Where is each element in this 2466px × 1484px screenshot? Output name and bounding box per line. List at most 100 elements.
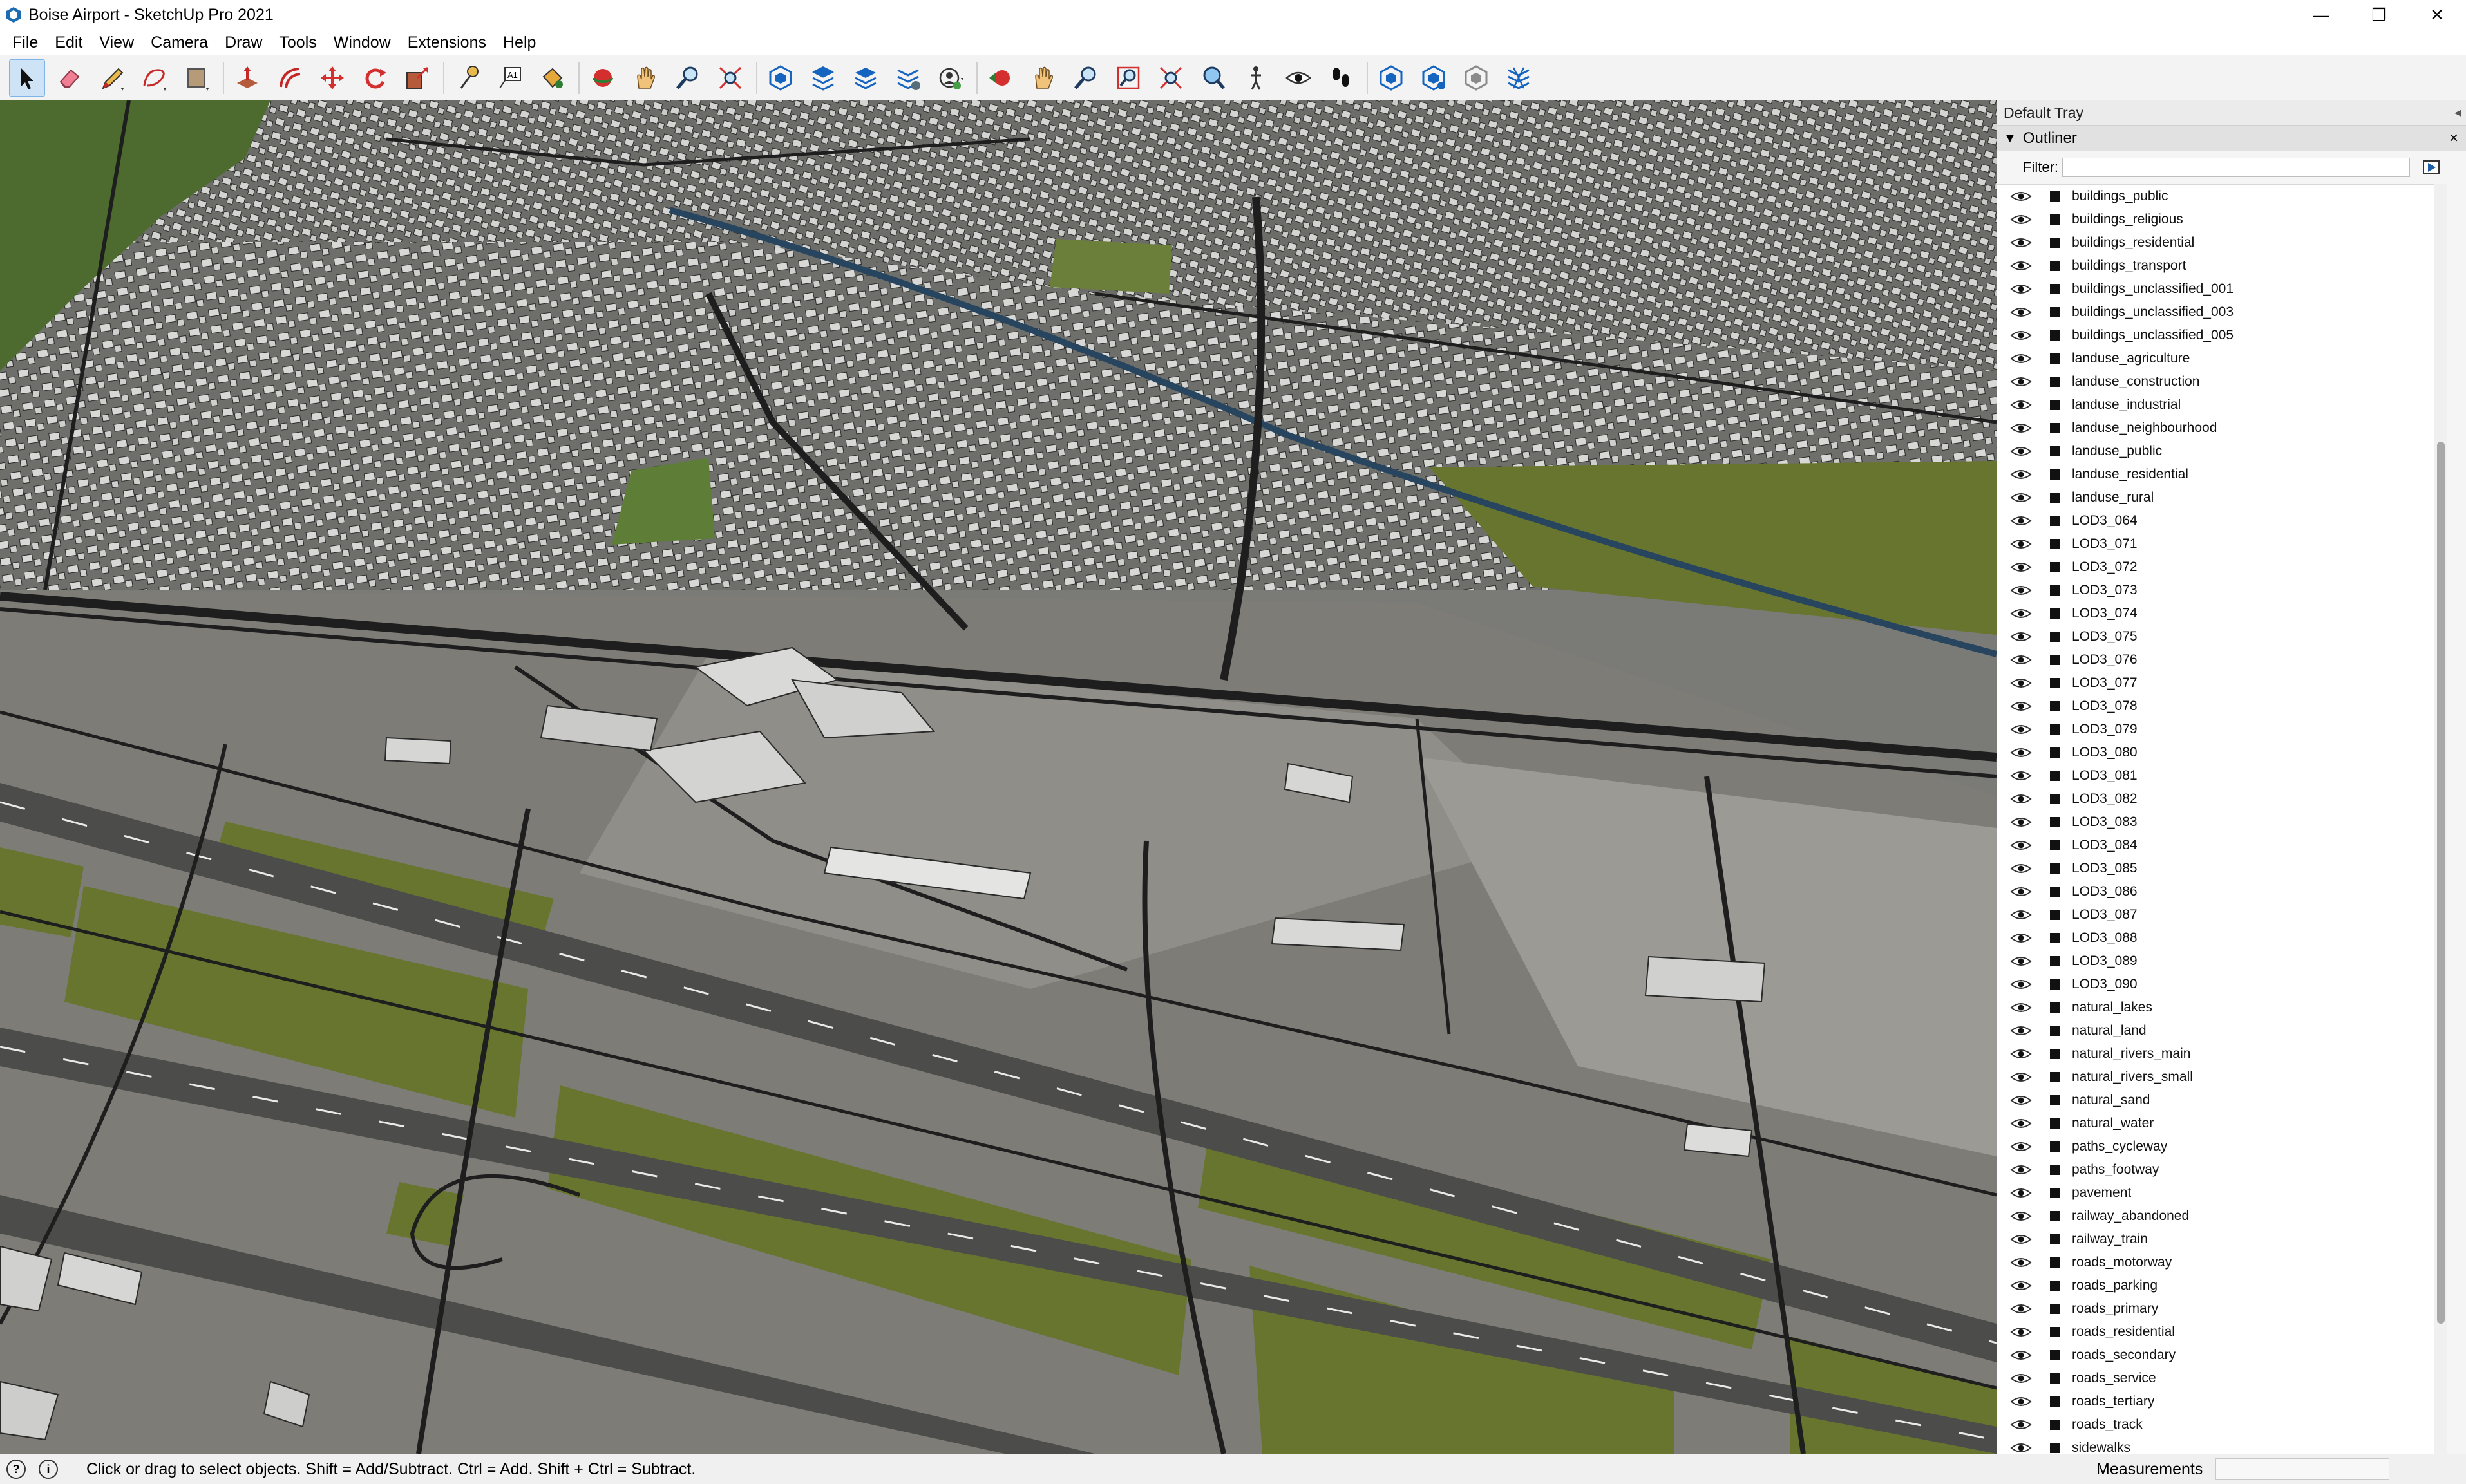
outliner-row[interactable]: LOD3_086 xyxy=(1997,880,2435,903)
visibility-eye-icon[interactable] xyxy=(2010,213,2032,226)
extension-6-button[interactable] xyxy=(1458,59,1494,97)
geo-location-icon[interactable]: ? xyxy=(6,1460,26,1479)
visibility-eye-icon[interactable] xyxy=(2010,561,2032,574)
extension-4-button[interactable] xyxy=(1373,59,1409,97)
outliner-row[interactable]: LOD3_072 xyxy=(1997,556,2435,579)
visibility-eye-icon[interactable] xyxy=(2010,1024,2032,1037)
walk-button[interactable] xyxy=(1323,59,1359,97)
outliner-row[interactable]: roads_primary xyxy=(1997,1297,2435,1320)
visibility-eye-icon[interactable] xyxy=(2010,329,2032,342)
tray-pin-icon[interactable]: ◂ xyxy=(2454,104,2461,120)
user-account-button[interactable] xyxy=(933,59,969,97)
airport-3d-scene[interactable] xyxy=(0,100,1997,1454)
visibility-eye-icon[interactable] xyxy=(2010,653,2032,666)
visibility-eye-icon[interactable] xyxy=(2010,422,2032,435)
outliner-scrollbar[interactable] xyxy=(2434,184,2447,1454)
visibility-eye-icon[interactable] xyxy=(2010,700,2032,713)
outliner-row[interactable]: landuse_industrial xyxy=(1997,393,2435,417)
extension-5-button[interactable] xyxy=(1416,59,1452,97)
outliner-row[interactable]: LOD3_075 xyxy=(1997,625,2435,648)
close-panel-icon[interactable]: × xyxy=(2449,129,2458,147)
look-around-button[interactable] xyxy=(1280,59,1316,97)
visibility-eye-icon[interactable] xyxy=(2010,538,2032,550)
menu-extensions[interactable]: Extensions xyxy=(399,30,495,55)
outliner-row[interactable]: buildings_religious xyxy=(1997,208,2435,231)
paint-bucket-tool-button[interactable] xyxy=(535,59,571,97)
outliner-row[interactable]: buildings_public xyxy=(1997,185,2435,208)
menu-help[interactable]: Help xyxy=(495,30,544,55)
outliner-row[interactable]: roads_motorway xyxy=(1997,1251,2435,1274)
minimize-button[interactable]: — xyxy=(2292,0,2350,30)
visibility-eye-icon[interactable] xyxy=(2010,375,2032,388)
outliner-row[interactable]: paths_footway xyxy=(1997,1158,2435,1181)
visibility-eye-icon[interactable] xyxy=(2010,1140,2032,1153)
menu-file[interactable]: File xyxy=(4,30,46,55)
visibility-eye-icon[interactable] xyxy=(2010,630,2032,643)
outliner-list[interactable]: buildings_public buildings_religious build… xyxy=(1997,184,2435,1454)
menu-view[interactable]: View xyxy=(91,30,142,55)
outliner-row[interactable]: LOD3_076 xyxy=(1997,648,2435,672)
outliner-row[interactable]: landuse_rural xyxy=(1997,486,2435,509)
outliner-row[interactable]: roads_track xyxy=(1997,1413,2435,1436)
outliner-row[interactable]: buildings_unclassified_003 xyxy=(1997,301,2435,324)
visibility-eye-icon[interactable] xyxy=(2010,259,2032,272)
visibility-eye-icon[interactable] xyxy=(2010,1395,2032,1408)
visibility-eye-icon[interactable] xyxy=(2010,1349,2032,1362)
info-icon[interactable]: i xyxy=(39,1460,58,1479)
outliner-row[interactable]: natural_rivers_main xyxy=(1997,1042,2435,1066)
outliner-row[interactable]: LOD3_073 xyxy=(1997,579,2435,602)
model-viewport[interactable] xyxy=(0,100,1997,1454)
scale-tool-button[interactable] xyxy=(399,59,435,97)
outliner-row[interactable]: LOD3_089 xyxy=(1997,950,2435,973)
extension-manager-button[interactable] xyxy=(890,59,926,97)
outliner-row[interactable]: buildings_residential xyxy=(1997,231,2435,254)
outliner-row[interactable]: LOD3_088 xyxy=(1997,926,2435,950)
visibility-eye-icon[interactable] xyxy=(2010,1094,2032,1107)
visibility-eye-icon[interactable] xyxy=(2010,1418,2032,1431)
push-pull-tool-button[interactable] xyxy=(229,59,265,97)
visibility-eye-icon[interactable] xyxy=(2010,769,2032,782)
outliner-row[interactable]: roads_residential xyxy=(1997,1320,2435,1344)
tape-measure-tool-button[interactable] xyxy=(450,59,486,97)
outliner-row[interactable]: LOD3_074 xyxy=(1997,602,2435,625)
visibility-eye-icon[interactable] xyxy=(2010,1279,2032,1292)
outliner-row[interactable]: LOD3_082 xyxy=(1997,787,2435,811)
outliner-row[interactable]: landuse_public xyxy=(1997,440,2435,463)
hand-button[interactable] xyxy=(1025,59,1061,97)
visibility-eye-icon[interactable] xyxy=(2010,584,2032,597)
visibility-eye-icon[interactable] xyxy=(2010,885,2032,898)
visibility-eye-icon[interactable] xyxy=(2010,746,2032,759)
visibility-eye-icon[interactable] xyxy=(2010,1117,2032,1130)
arc-tool-button[interactable] xyxy=(137,59,173,97)
visibility-eye-icon[interactable] xyxy=(2010,908,2032,921)
rotate-tool-button[interactable] xyxy=(357,59,393,97)
outliner-row[interactable]: buildings_unclassified_001 xyxy=(1997,277,2435,301)
visibility-eye-icon[interactable] xyxy=(2010,978,2032,991)
select-tool-button[interactable] xyxy=(9,59,45,97)
menu-window[interactable]: Window xyxy=(325,30,399,55)
visibility-eye-icon[interactable] xyxy=(2010,1001,2032,1014)
outliner-row[interactable]: landuse_residential xyxy=(1997,463,2435,486)
visibility-eye-icon[interactable] xyxy=(2010,236,2032,249)
magnify-button[interactable] xyxy=(1195,59,1231,97)
visibility-eye-icon[interactable] xyxy=(2010,468,2032,481)
position-camera-button[interactable] xyxy=(1238,59,1274,97)
outliner-row[interactable]: LOD3_080 xyxy=(1997,741,2435,764)
layout-button[interactable] xyxy=(848,59,884,97)
outliner-row[interactable]: LOD3_064 xyxy=(1997,509,2435,532)
outliner-row[interactable]: LOD3_090 xyxy=(1997,973,2435,996)
visibility-eye-icon[interactable] xyxy=(2010,1163,2032,1176)
outliner-row[interactable]: roads_service xyxy=(1997,1367,2435,1390)
outliner-row[interactable]: LOD3_085 xyxy=(1997,857,2435,880)
outliner-row[interactable]: LOD3_081 xyxy=(1997,764,2435,787)
outliner-row[interactable]: roads_secondary xyxy=(1997,1344,2435,1367)
zoom-tool-button[interactable] xyxy=(670,59,706,97)
outliner-row[interactable]: LOD3_084 xyxy=(1997,834,2435,857)
visibility-eye-icon[interactable] xyxy=(2010,1326,2032,1338)
visibility-eye-icon[interactable] xyxy=(2010,955,2032,968)
outliner-row[interactable]: buildings_unclassified_005 xyxy=(1997,324,2435,347)
move-tool-button[interactable] xyxy=(314,59,350,97)
line-tool-button[interactable] xyxy=(94,59,130,97)
outliner-row[interactable]: natural_land xyxy=(1997,1019,2435,1042)
outliner-row[interactable]: natural_lakes xyxy=(1997,996,2435,1019)
